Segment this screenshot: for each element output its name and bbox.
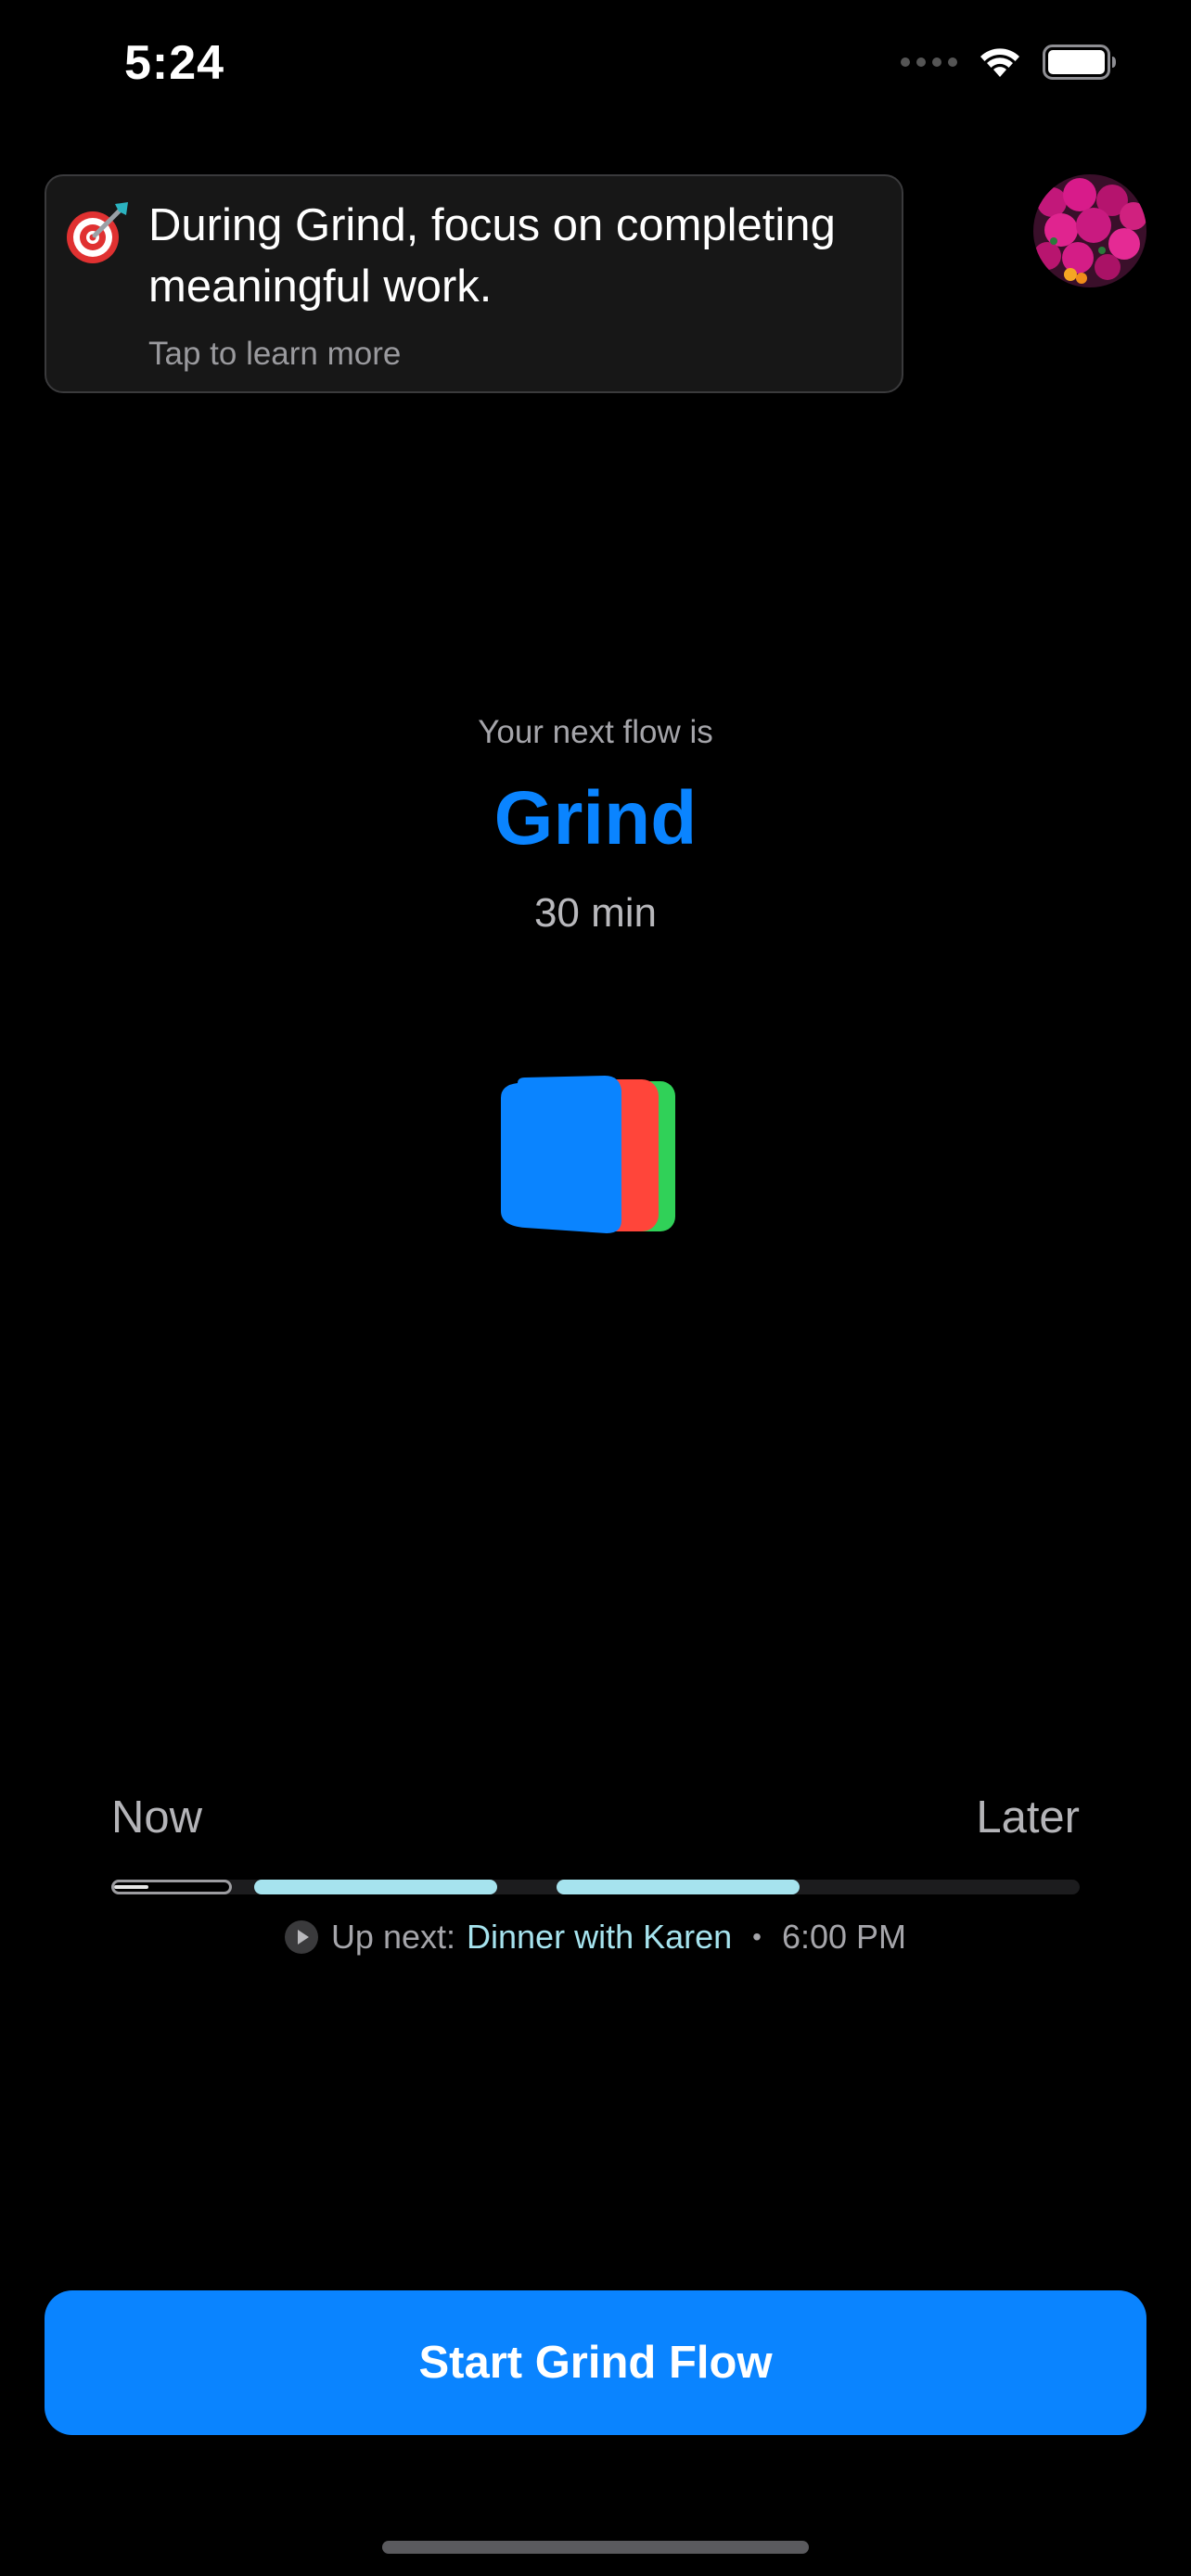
tip-card[interactable]: During Grind, focus on completing meanin… bbox=[45, 174, 903, 393]
separator-dot: • bbox=[752, 1922, 762, 1951]
wifi-icon bbox=[978, 45, 1022, 79]
home-indicator[interactable] bbox=[382, 2541, 809, 2554]
play-icon bbox=[284, 1920, 318, 1954]
up-next-row[interactable]: Up next: Dinner with Karen • 6:00 PM bbox=[0, 1918, 1191, 1957]
timeline-now-label: Now bbox=[111, 1792, 203, 1843]
up-next-event[interactable]: Dinner with Karen bbox=[467, 1918, 732, 1957]
status-icons bbox=[901, 45, 1117, 80]
avatar[interactable] bbox=[1033, 174, 1146, 287]
flow-duration: 30 min bbox=[533, 890, 658, 936]
tip-text: During Grind, focus on completing meanin… bbox=[148, 200, 836, 312]
timeline-event-block[interactable] bbox=[254, 1880, 497, 1894]
cellular-signal-icon bbox=[901, 57, 957, 67]
timeline-track[interactable] bbox=[111, 1880, 1080, 1894]
timeline-current-segment bbox=[111, 1880, 232, 1894]
avatar-flowers-photo bbox=[1033, 174, 1146, 287]
target-dart-icon bbox=[63, 198, 132, 267]
start-flow-button[interactable]: Start Grind Flow bbox=[45, 2290, 1146, 2435]
up-next-prefix: Up next: bbox=[330, 1918, 456, 1956]
up-next-time: 6:00 PM bbox=[781, 1918, 907, 1956]
timeline-current-progress bbox=[114, 1885, 149, 1889]
timeline-event-block[interactable] bbox=[557, 1880, 800, 1894]
status-time: 5:24 bbox=[124, 36, 225, 90]
battery-icon bbox=[1043, 45, 1117, 80]
next-flow-label: Your next flow is bbox=[478, 714, 713, 750]
flow-name: Grind bbox=[493, 776, 698, 861]
stacked-cards-logo bbox=[497, 1076, 679, 1235]
tip-learn-more[interactable]: Tap to learn more bbox=[148, 336, 401, 373]
timeline-later-label: Later bbox=[976, 1792, 1080, 1843]
